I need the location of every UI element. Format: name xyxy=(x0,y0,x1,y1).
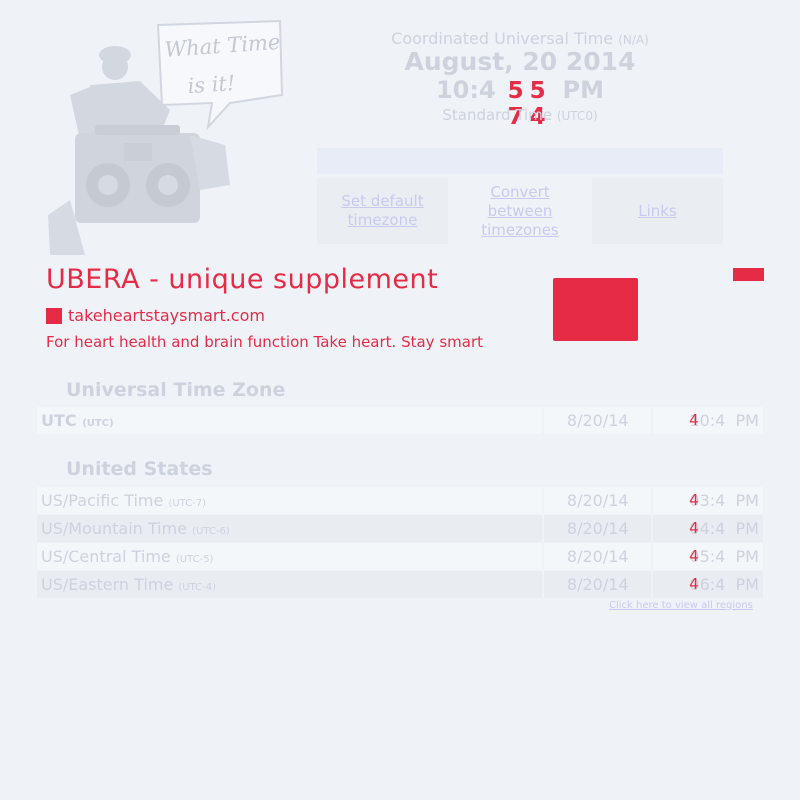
view-all-regions-link[interactable]: Click here to view all regions xyxy=(609,600,753,611)
zone-name: US/Eastern Time xyxy=(41,575,174,594)
zone-time-digit: 4 xyxy=(689,547,699,565)
zone-name: US/Mountain Time xyxy=(41,519,188,538)
zone-time: 06:4 PM 4 xyxy=(651,571,763,598)
zone-tag: (UTC-4) xyxy=(178,582,217,593)
convert-timezones-link[interactable]: Convert between timezones xyxy=(451,178,589,244)
std-tag: (UTC0) xyxy=(556,109,598,123)
zone-time-digit: 4 xyxy=(689,575,699,593)
ad-button[interactable] xyxy=(553,278,638,341)
zone-date: 8/20/14 xyxy=(542,487,651,514)
nav-bar xyxy=(317,148,723,174)
zone-time-digit: 4 xyxy=(689,519,699,537)
zone-tag: (UTC) xyxy=(82,418,114,429)
current-time: 10:4 5 5 7 4 PM xyxy=(330,76,710,130)
ad-url-row[interactable]: takeheartstaysmart.com xyxy=(46,306,265,325)
ad-favicon-icon xyxy=(46,307,62,324)
site-logo[interactable]: What Time is it! xyxy=(40,15,285,255)
zone-date: 8/20/14 xyxy=(542,571,651,598)
table-row[interactable]: UTC (UTC) 8/20/14 10:4 PM 4 xyxy=(37,407,763,434)
zone-time: 10:4 PM 4 xyxy=(651,407,763,434)
speech-line-2: is it! xyxy=(187,71,236,98)
section-title-utc: Universal Time Zone xyxy=(66,379,286,401)
zone-time-digit: 4 xyxy=(689,411,699,429)
zone-time: 05:4 PM 4 xyxy=(651,543,763,570)
zone-date: 8/20/14 xyxy=(542,515,651,542)
zone-name: US/Central Time xyxy=(41,547,171,566)
table-row[interactable]: US/Mountain Time (UTC-6) 8/20/14 04:4 PM… xyxy=(37,515,763,542)
zone-name: UTC xyxy=(41,411,77,430)
time-ampm: PM xyxy=(562,76,605,104)
ad-description: For heart health and brain function Take… xyxy=(46,333,483,351)
time-prefix: 10:4 xyxy=(435,76,496,104)
zone-name: US/Pacific Time xyxy=(41,491,164,510)
table-row[interactable]: US/Central Time (UTC-5) 8/20/14 05:4 PM 4 xyxy=(37,543,763,570)
table-row[interactable]: US/Eastern Time (UTC-4) 8/20/14 06:4 PM 4 xyxy=(37,571,763,598)
ad-choices-icon[interactable] xyxy=(733,268,764,281)
zone-tag: (UTC-6) xyxy=(192,526,230,537)
boombox xyxy=(75,125,200,223)
zone-time: 04:4 PM 4 xyxy=(651,515,763,542)
set-default-timezone-link[interactable]: Set default timezone xyxy=(317,178,448,244)
current-date: August, 20 2014 xyxy=(404,47,636,76)
zone-tag: (UTC-7) xyxy=(168,498,207,509)
zone-tag: (UTC-5) xyxy=(175,554,214,565)
zone-date: 8/20/14 xyxy=(542,543,651,570)
table-row[interactable]: US/Pacific Time (UTC-7) 8/20/14 03:4 PM 4 xyxy=(37,487,763,514)
standard-time-label: Standard Time (UTC0) xyxy=(442,106,598,124)
section-title-us: United States xyxy=(66,458,213,480)
utc-label: Coordinated Universal Time (N/A) xyxy=(391,29,649,48)
utc-tag: (N/A) xyxy=(618,33,649,47)
ad-title[interactable]: UBERA - unique supplement xyxy=(46,264,438,295)
zone-time: 03:4 PM 4 xyxy=(651,487,763,514)
ad-url[interactable]: takeheartstaysmart.com xyxy=(68,306,265,325)
zone-time-digit: 4 xyxy=(689,491,699,509)
zone-date: 8/20/14 xyxy=(542,407,651,434)
links-link[interactable]: Links xyxy=(592,178,723,244)
